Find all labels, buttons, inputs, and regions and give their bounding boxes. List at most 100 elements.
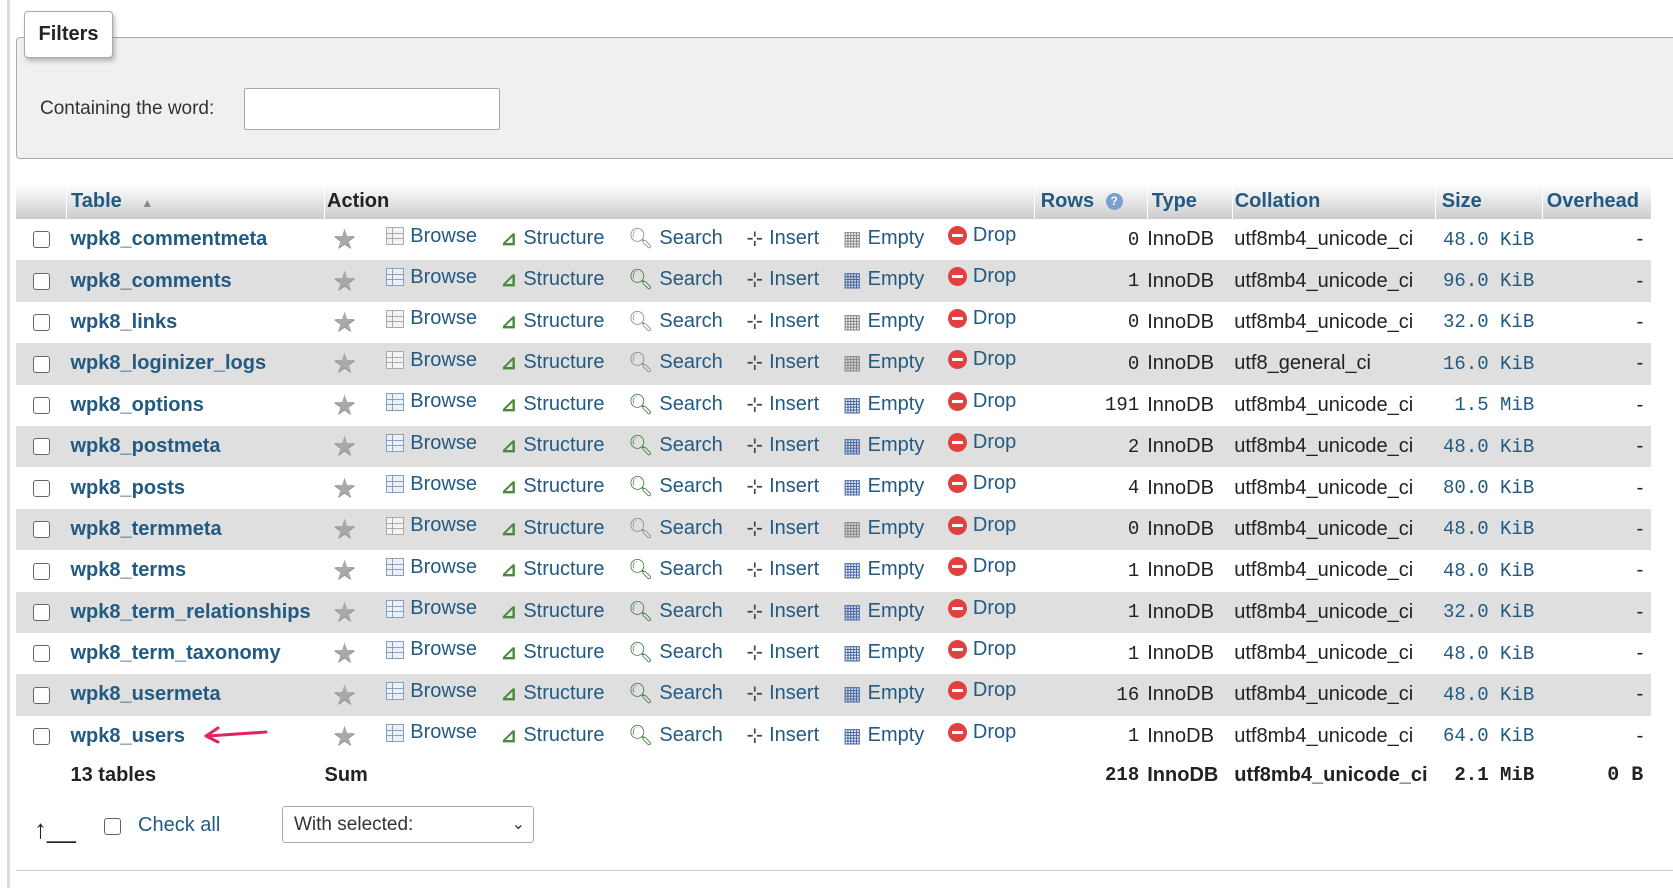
empty-action[interactable]: ▦ Empty [843, 599, 925, 624]
row-checkbox[interactable] [32, 438, 50, 456]
favorite-star-icon[interactable]: ★ [333, 597, 357, 627]
check-all-checkbox[interactable] [104, 818, 121, 835]
row-checkbox[interactable] [32, 686, 50, 704]
table-size[interactable]: 48.0 KiB [1435, 509, 1542, 550]
drop-action[interactable]: Drop [947, 265, 1016, 288]
structure-action[interactable]: ⊿ Structure [501, 350, 605, 375]
favorite-star-icon[interactable]: ★ [333, 266, 357, 296]
search-action[interactable]: 🔍︎ Search [628, 557, 723, 582]
row-checkbox[interactable] [32, 521, 50, 539]
drop-action[interactable]: Drop [947, 555, 1016, 578]
header-table[interactable]: Table ▲ [66, 184, 325, 219]
header-rows[interactable]: Rows ? [1034, 184, 1148, 219]
check-all-link[interactable]: Check all [138, 814, 220, 837]
favorite-star-icon[interactable]: ★ [333, 390, 357, 420]
insert-action[interactable]: ⊹ Insert [746, 433, 819, 458]
insert-action[interactable]: ⊹ Insert [746, 226, 819, 251]
empty-action[interactable]: ▦ Empty [843, 474, 925, 499]
browse-action[interactable]: Browse [386, 473, 477, 496]
row-checkbox[interactable] [32, 645, 50, 663]
row-checkbox[interactable] [32, 728, 50, 746]
table-name-link[interactable]: wpk8_commentmeta [71, 228, 268, 250]
structure-action[interactable]: ⊿ Structure [501, 516, 605, 541]
browse-action[interactable]: Browse [386, 349, 477, 372]
drop-action[interactable]: Drop [947, 348, 1016, 371]
empty-action[interactable]: ▦ Empty [843, 309, 925, 334]
table-name-link[interactable]: wpk8_links [71, 311, 178, 333]
structure-action[interactable]: ⊿ Structure [501, 433, 605, 458]
drop-action[interactable]: Drop [947, 390, 1016, 413]
browse-action[interactable]: Browse [386, 266, 477, 289]
search-action[interactable]: 🔍︎ Search [628, 433, 723, 458]
empty-action[interactable]: ▦ Empty [843, 557, 925, 582]
row-checkbox[interactable] [32, 272, 50, 290]
drop-action[interactable]: Drop [947, 597, 1016, 620]
browse-action[interactable]: Browse [386, 225, 477, 248]
row-checkbox[interactable] [32, 479, 50, 497]
row-checkbox[interactable] [32, 603, 50, 621]
structure-action[interactable]: ⊿ Structure [501, 226, 605, 251]
insert-action[interactable]: ⊹ Insert [746, 723, 819, 748]
structure-action[interactable]: ⊿ Structure [501, 599, 605, 624]
table-size[interactable]: 32.0 KiB [1435, 302, 1542, 343]
browse-action[interactable]: Browse [386, 680, 477, 703]
drop-action[interactable]: Drop [947, 514, 1016, 537]
table-size[interactable]: 48.0 KiB [1435, 674, 1542, 715]
browse-action[interactable]: Browse [386, 307, 477, 330]
drop-action[interactable]: Drop [947, 721, 1016, 744]
favorite-star-icon[interactable]: ★ [333, 555, 357, 585]
search-action[interactable]: 🔍︎ Search [628, 392, 723, 417]
search-action[interactable]: 🔍︎ Search [628, 599, 723, 624]
search-action[interactable]: 🔍︎ Search [628, 474, 723, 499]
browse-action[interactable]: Browse [386, 638, 477, 661]
browse-action[interactable]: Browse [386, 432, 477, 455]
table-size[interactable]: 16.0 KiB [1435, 343, 1542, 384]
favorite-star-icon[interactable]: ★ [333, 224, 357, 254]
structure-action[interactable]: ⊿ Structure [501, 681, 605, 706]
empty-action[interactable]: ▦ Empty [843, 433, 925, 458]
insert-action[interactable]: ⊹ Insert [746, 516, 819, 541]
structure-action[interactable]: ⊿ Structure [501, 557, 605, 582]
empty-action[interactable]: ▦ Empty [843, 640, 925, 665]
header-type[interactable]: Type [1147, 184, 1233, 219]
table-name-link[interactable]: wpk8_posts [71, 477, 185, 499]
browse-action[interactable]: Browse [386, 390, 477, 413]
insert-action[interactable]: ⊹ Insert [746, 557, 819, 582]
browse-action[interactable]: Browse [386, 514, 477, 537]
search-action[interactable]: 🔍︎ Search [628, 226, 723, 251]
table-name-link[interactable]: wpk8_term_taxonomy [71, 642, 281, 664]
favorite-star-icon[interactable]: ★ [333, 514, 357, 544]
favorite-star-icon[interactable]: ★ [333, 680, 357, 710]
empty-action[interactable]: ▦ Empty [843, 350, 925, 375]
insert-action[interactable]: ⊹ Insert [746, 640, 819, 665]
insert-action[interactable]: ⊹ Insert [746, 599, 819, 624]
table-name-link[interactable]: wpk8_comments [71, 270, 232, 292]
drop-action[interactable]: Drop [947, 307, 1016, 330]
search-action[interactable]: 🔍︎ Search [628, 309, 723, 334]
favorite-star-icon[interactable]: ★ [333, 348, 357, 378]
insert-action[interactable]: ⊹ Insert [746, 474, 819, 499]
table-size[interactable]: 48.0 KiB [1435, 426, 1542, 467]
row-checkbox[interactable] [32, 396, 50, 414]
header-collation[interactable]: Collation [1232, 184, 1436, 219]
drop-action[interactable]: Drop [947, 472, 1016, 495]
table-name-link[interactable]: wpk8_users [71, 725, 186, 747]
structure-action[interactable]: ⊿ Structure [501, 640, 605, 665]
structure-action[interactable]: ⊿ Structure [501, 723, 605, 748]
table-size[interactable]: 80.0 KiB [1435, 467, 1542, 508]
table-size[interactable]: 48.0 KiB [1435, 633, 1542, 674]
empty-action[interactable]: ▦ Empty [843, 226, 925, 251]
structure-action[interactable]: ⊿ Structure [501, 309, 605, 334]
filter-word-input[interactable] [244, 88, 500, 130]
table-size[interactable]: 1.5 MiB [1435, 385, 1542, 426]
search-action[interactable]: 🔍︎ Search [628, 267, 723, 292]
drop-action[interactable]: Drop [947, 638, 1016, 661]
table-size[interactable]: 64.0 KiB [1435, 716, 1542, 757]
favorite-star-icon[interactable]: ★ [333, 721, 357, 751]
search-action[interactable]: 🔍︎ Search [628, 723, 723, 748]
table-size[interactable]: 48.0 KiB [1435, 550, 1542, 591]
header-overhead[interactable]: Overhead [1542, 184, 1652, 219]
table-name-link[interactable]: wpk8_usermeta [71, 683, 221, 705]
browse-action[interactable]: Browse [386, 556, 477, 579]
drop-action[interactable]: Drop [947, 679, 1016, 702]
